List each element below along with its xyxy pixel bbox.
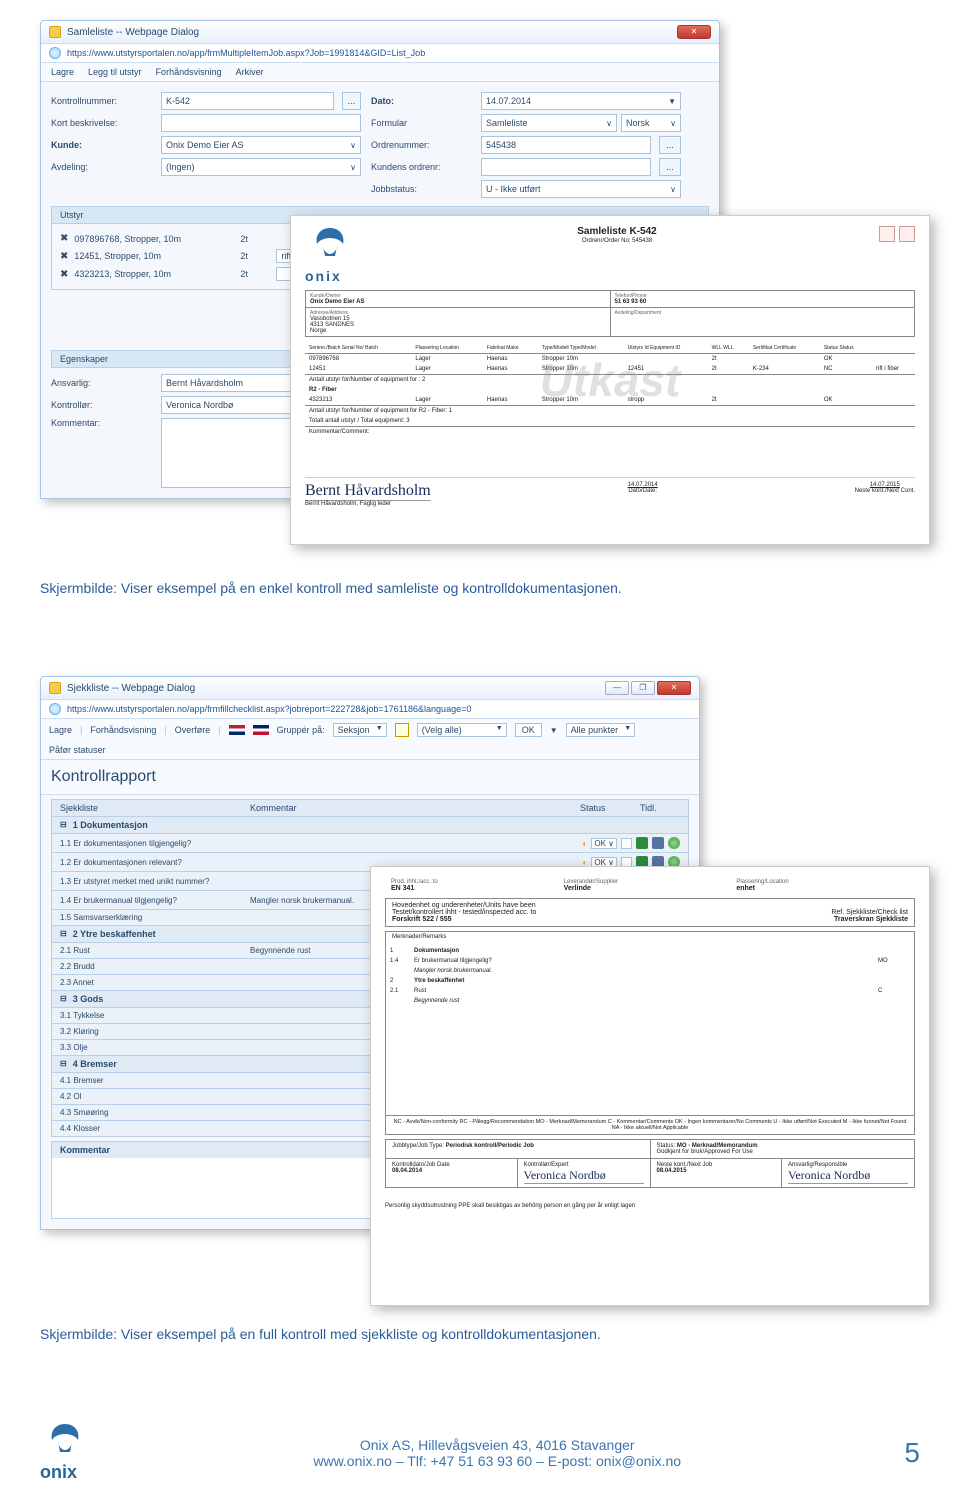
menu-overfore[interactable]: Overføre bbox=[175, 725, 211, 735]
url-bar: https://www.utstyrsportalen.no/app/frmMu… bbox=[41, 44, 719, 63]
footer-line2: www.onix.no – Tlf: +47 51 63 93 60 – E-p… bbox=[313, 1453, 681, 1469]
onix-logo-icon bbox=[305, 226, 355, 266]
signature: Bernt Håvardsholm bbox=[305, 482, 431, 501]
label-kunde-ordrenr: Kundens ordrenr: bbox=[371, 162, 471, 172]
select-formular-lang[interactable]: Norsk∨ bbox=[621, 114, 681, 132]
restore-button[interactable]: ❐ bbox=[631, 681, 655, 695]
remove-icon[interactable]: ✖ bbox=[60, 233, 68, 244]
favicon-icon bbox=[49, 682, 61, 694]
input-ordrenummer[interactable]: 545438 bbox=[481, 136, 651, 154]
checklist-header: Sjekkliste Kommentar Status Tidl. bbox=[51, 799, 689, 817]
window-controls: — ❐ ✕ bbox=[605, 681, 691, 695]
caption: Skjermbilde: Viser eksempel på en full k… bbox=[40, 1326, 920, 1342]
label-avdeling: Avdeling: bbox=[51, 162, 151, 172]
input-kunde-ordrenr[interactable] bbox=[481, 158, 651, 176]
label-ansvarlig: Ansvarlig: bbox=[51, 378, 151, 388]
label-grupper: Gruppér på: bbox=[277, 725, 325, 735]
camera-icon[interactable] bbox=[652, 837, 664, 849]
onix-logo: onix bbox=[40, 1422, 90, 1483]
menu-forhandsvisning[interactable]: Forhåndsvisning bbox=[90, 725, 156, 735]
window-title: Sjekkliste -- Webpage Dialog bbox=[67, 683, 599, 694]
checkbox[interactable] bbox=[621, 838, 632, 849]
close-button[interactable]: ✕ bbox=[657, 681, 691, 695]
minimize-button[interactable]: — bbox=[605, 681, 629, 695]
input-kontrollnummer[interactable]: K-542 bbox=[161, 92, 334, 110]
window-title: Samleliste -- Webpage Dialog bbox=[67, 27, 671, 38]
label-kort-beskrivelse: Kort beskrivelse: bbox=[51, 118, 151, 128]
select-grupper[interactable]: Seksjon bbox=[333, 723, 387, 737]
menubar: Lagre Legg til utstyr Forhåndsvisning Ar… bbox=[41, 63, 719, 82]
category-header[interactable]: ⊟1 Dokumentasjon bbox=[51, 817, 689, 834]
label-kontrollnummer: Kontrollnummer: bbox=[51, 96, 151, 106]
ellipsis-button[interactable]: ... bbox=[342, 92, 361, 110]
report-title: Samleliste K-542 bbox=[577, 226, 657, 237]
menu-arkiver[interactable]: Arkiver bbox=[236, 67, 264, 77]
toolbar: Lagre| Forhåndsvisning| Overføre| Gruppé… bbox=[41, 719, 699, 760]
menu-lagre[interactable]: Lagre bbox=[51, 67, 74, 77]
ellipsis-button[interactable]: ... bbox=[659, 136, 681, 154]
label-formular: Formular bbox=[371, 118, 471, 128]
close-button[interactable]: ✕ bbox=[677, 25, 711, 39]
samleliste-report: onix Samleliste K-542 Ordrenr/Order No: … bbox=[290, 215, 930, 545]
remove-icon[interactable]: ✖ bbox=[60, 269, 68, 280]
label-kunde: Kunde: bbox=[51, 140, 151, 150]
favicon-icon bbox=[49, 26, 61, 38]
menu-forhandsvisning[interactable]: Forhåndsvisning bbox=[156, 67, 222, 77]
page-footer: onix Onix AS, Hillevågsveien 43, 4016 St… bbox=[0, 1392, 960, 1503]
select-formular[interactable]: Samleliste∨ bbox=[481, 114, 617, 132]
flag-icon[interactable] bbox=[229, 725, 245, 735]
label-kontrollor: Kontrollør: bbox=[51, 400, 151, 410]
add-icon[interactable] bbox=[668, 837, 680, 849]
label-kommentar: Kommentar: bbox=[51, 418, 151, 428]
url-text: https://www.utstyrsportalen.no/app/frmMu… bbox=[67, 48, 425, 58]
menu-pafor[interactable]: Påfør statuser bbox=[49, 745, 106, 755]
report-subtitle: Ordrenr/Order No: 545438 bbox=[582, 238, 652, 244]
status-select[interactable]: OK ∨ bbox=[591, 838, 617, 849]
label-ordrenummer: Ordrenummer: bbox=[371, 140, 471, 150]
sjekkliste-report: Prod. ihht./acc. toEN 341 Leverandør/Sup… bbox=[370, 866, 930, 1306]
url-text: https://www.utstyrsportalen.no/app/frmfi… bbox=[67, 704, 471, 714]
input-kort-beskrivelse[interactable] bbox=[161, 114, 361, 132]
label-jobbstatus: Jobbstatus: bbox=[371, 184, 471, 194]
caption: Skjermbilde: Viser eksempel på en enkel … bbox=[40, 580, 920, 596]
menu-legg-til-utstyr[interactable]: Legg til utstyr bbox=[88, 67, 142, 77]
remove-icon[interactable]: ✖ bbox=[60, 251, 68, 262]
grid-icon[interactable] bbox=[395, 723, 409, 737]
label-dato: Dato: bbox=[371, 96, 471, 106]
page-heading: Kontrollrapport bbox=[41, 760, 699, 795]
page-number: 5 bbox=[904, 1437, 920, 1469]
checklist-row: 1.1 Er dokumentasjonen tilgjengelig?◐OK … bbox=[51, 834, 689, 853]
footer-line1: Onix AS, Hillevågsveien 43, 4016 Stavang… bbox=[313, 1437, 681, 1453]
select-velg[interactable]: (Velg alle) bbox=[417, 723, 507, 737]
select-dato[interactable]: 14.07.2014▼ bbox=[481, 92, 681, 110]
edit-icon[interactable] bbox=[636, 837, 648, 849]
ok-button[interactable]: OK bbox=[515, 723, 542, 737]
select-jobbstatus[interactable]: U - Ikke utført∨ bbox=[481, 180, 681, 198]
ellipsis-button[interactable]: ... bbox=[659, 158, 681, 176]
select-kunde[interactable]: Onix Demo Eier AS∨ bbox=[161, 136, 361, 154]
titlebar: Samleliste -- Webpage Dialog ✕ bbox=[41, 21, 719, 44]
select-alle-punkter[interactable]: Alle punkter bbox=[566, 723, 636, 737]
menu-lagre[interactable]: Lagre bbox=[49, 725, 72, 735]
flag-icon[interactable] bbox=[253, 725, 269, 735]
globe-icon bbox=[49, 47, 61, 59]
select-avdeling[interactable]: (Ingen)∨ bbox=[161, 158, 361, 176]
cert-badges bbox=[879, 226, 915, 242]
globe-icon bbox=[49, 703, 61, 715]
